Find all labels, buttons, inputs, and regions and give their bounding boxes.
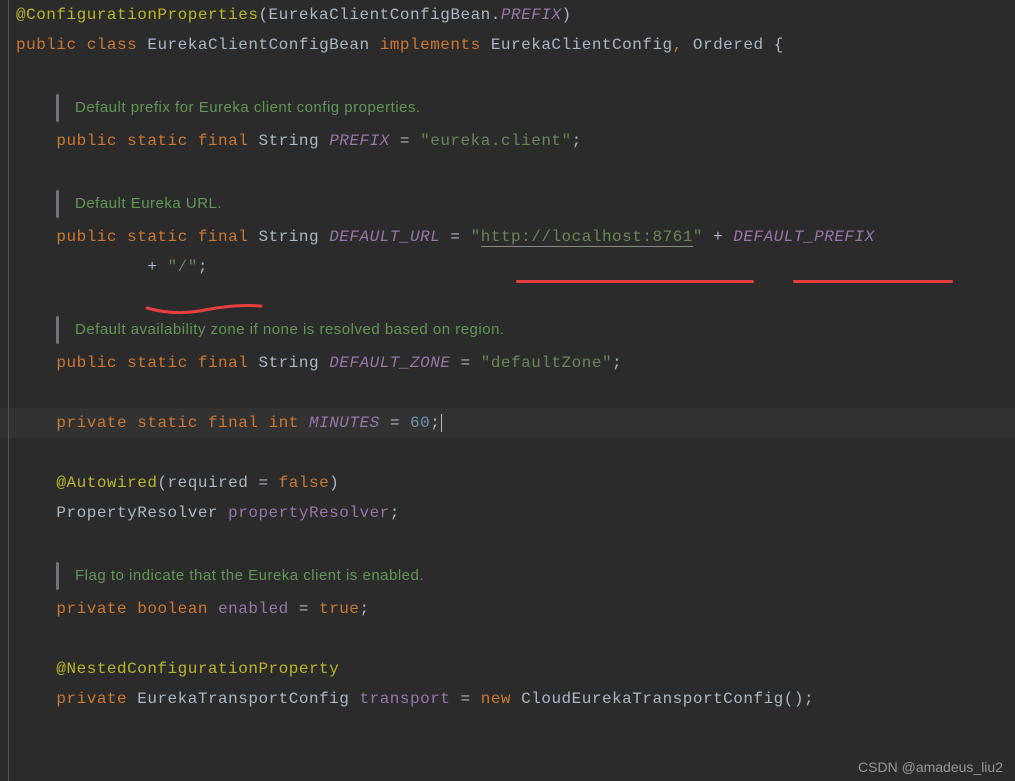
red-underline-annotation — [516, 280, 754, 283]
blank-line — [0, 60, 1015, 90]
code-line: public static final String DEFAULT_ZONE … — [0, 348, 1015, 378]
code-line: public static final String PREFIX = "eur… — [0, 126, 1015, 156]
code-editor[interactable]: @ConfigurationProperties(EurekaClientCon… — [0, 0, 1015, 714]
doc-text: Default availability zone if none is res… — [75, 316, 505, 344]
code-line-highlighted: private static final int MINUTES = 60; — [0, 408, 1015, 438]
code-line: @NestedConfigurationProperty — [0, 654, 1015, 684]
code-line: private EurekaTransportConfig transport … — [0, 684, 1015, 714]
doc-bar — [56, 94, 59, 122]
doc-text: Default prefix for Eureka client config … — [75, 94, 421, 122]
blank-line — [0, 438, 1015, 468]
blank-line — [0, 156, 1015, 186]
doc-bar — [56, 190, 59, 218]
code-line: public class EurekaClientConfigBean impl… — [0, 30, 1015, 60]
doc-text: Flag to indicate that the Eureka client … — [75, 562, 424, 590]
doc-bar — [56, 316, 59, 344]
watermark: CSDN @amadeus_liu2 — [858, 759, 1003, 775]
blank-line — [0, 624, 1015, 654]
doc-text: Default Eureka URL. — [75, 190, 222, 218]
doc-comment: Default Eureka URL. — [0, 190, 1015, 218]
annotation: @NestedConfigurationProperty — [56, 660, 339, 678]
doc-comment: Default availability zone if none is res… — [0, 316, 1015, 344]
code-line: @Autowired(required = false) — [0, 468, 1015, 498]
doc-comment: Flag to indicate that the Eureka client … — [0, 562, 1015, 590]
blank-line — [0, 528, 1015, 558]
code-line: private boolean enabled = true; — [0, 594, 1015, 624]
text-cursor — [441, 414, 442, 432]
doc-bar — [56, 562, 59, 590]
code-line: public static final String DEFAULT_URL =… — [0, 222, 1015, 252]
code-line: + "/"; — [0, 252, 1015, 282]
red-underline-annotation — [145, 300, 265, 318]
doc-comment: Default prefix for Eureka client config … — [0, 94, 1015, 122]
code-line: PropertyResolver propertyResolver; — [0, 498, 1015, 528]
url-link[interactable]: http://localhost:8761 — [481, 228, 693, 247]
annotation: @ConfigurationProperties — [16, 6, 258, 24]
blank-line — [0, 378, 1015, 408]
gutter-line — [8, 0, 9, 781]
annotation: @Autowired — [56, 474, 157, 492]
code-line: @ConfigurationProperties(EurekaClientCon… — [0, 0, 1015, 30]
red-underline-annotation — [793, 280, 953, 283]
